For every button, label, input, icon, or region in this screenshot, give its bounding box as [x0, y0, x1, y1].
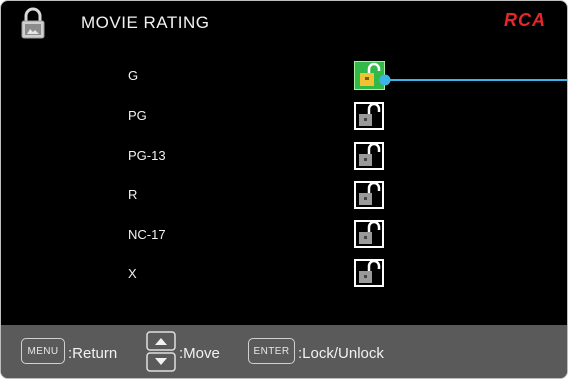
svg-text:RCA: RCA	[504, 11, 546, 27]
rating-label-nc17: NC-17	[128, 227, 166, 242]
lock-toggle-nc17[interactable]	[354, 220, 385, 249]
lock-toggle-pg13[interactable]	[354, 142, 385, 171]
padlock-icon	[20, 7, 46, 39]
selection-indicator	[379, 70, 567, 86]
move-hint: :Move	[179, 345, 220, 362]
menu-key-icon[interactable]: MENU	[21, 338, 65, 364]
rating-label-pg: PG	[128, 108, 147, 123]
return-hint: :Return	[68, 345, 118, 362]
footer-bar: MENU :Return :Move ENTER :Lock/Unlock	[1, 325, 567, 378]
lock-unlock-hint: :Lock/Unlock	[298, 345, 384, 362]
movie-rating-screen: MOVIE RATING RCA G PG PG-13 R NC-17 X ME…	[0, 0, 568, 379]
enter-key-icon[interactable]: ENTER	[248, 338, 295, 364]
lock-toggle-g[interactable]	[354, 61, 385, 90]
rating-label-g: G	[128, 68, 139, 83]
rating-label-x: X	[128, 266, 137, 281]
rca-logo: RCA	[504, 10, 560, 30]
move-arrows-icon[interactable]	[146, 331, 176, 372]
rating-label-pg13: PG-13	[128, 148, 166, 163]
rating-label-r: R	[128, 187, 138, 202]
lock-toggle-x[interactable]	[354, 259, 385, 288]
page-title: MOVIE RATING	[81, 13, 210, 32]
lock-toggle-r[interactable]	[354, 181, 385, 210]
lock-toggle-pg[interactable]	[354, 102, 385, 131]
